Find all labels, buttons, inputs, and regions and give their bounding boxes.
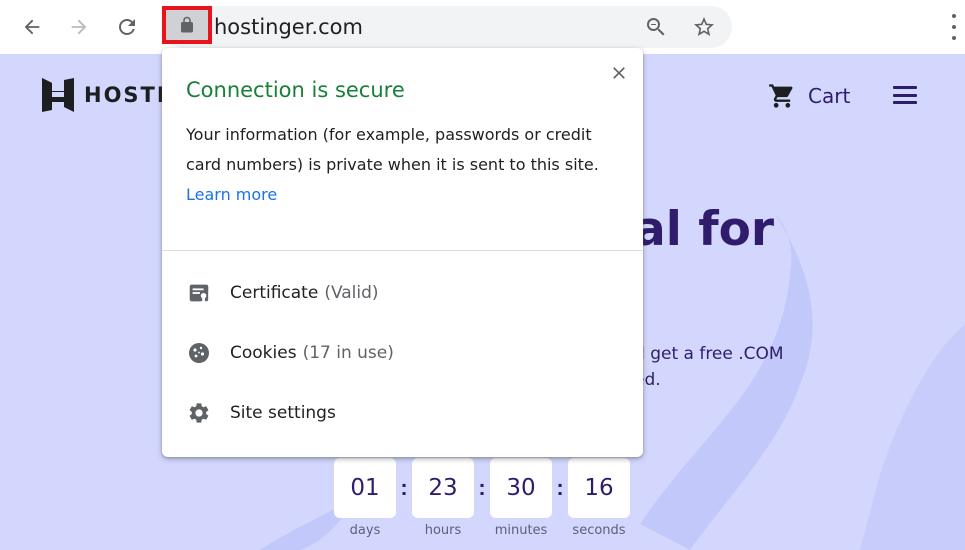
- forward-arrow-icon: [71, 19, 87, 35]
- countdown-value: 01: [334, 458, 396, 518]
- site-info-button[interactable]: [162, 6, 212, 44]
- countdown-seconds: 16 seconds: [568, 458, 630, 538]
- certificate-label: Certificate: [230, 283, 319, 303]
- countdown-label: hours: [424, 523, 462, 538]
- hero-title: al for: [634, 202, 775, 257]
- learn-more-link[interactable]: Learn more: [186, 180, 277, 210]
- site-info-popup: Connection is secure Your information (f…: [162, 48, 643, 457]
- connection-status-title: Connection is secure: [186, 78, 405, 102]
- certificate-row[interactable]: Certificate (Valid): [162, 267, 643, 319]
- hamburger-icon: [893, 86, 917, 89]
- countdown-label: seconds: [572, 523, 626, 538]
- site-settings-label: Site settings: [230, 403, 336, 423]
- cookie-icon: [187, 341, 211, 365]
- countdown-hours: 23 hours: [412, 458, 474, 538]
- certificate-status: (Valid): [324, 283, 379, 303]
- hostinger-h-icon: [42, 78, 74, 112]
- countdown-value: 30: [490, 458, 552, 518]
- browser-toolbar: hostinger.com: [0, 0, 965, 54]
- popup-close-button[interactable]: [606, 60, 632, 86]
- zoom-button[interactable]: [641, 12, 671, 42]
- close-icon: [613, 67, 625, 79]
- countdown-minutes: 30 minutes: [490, 458, 552, 538]
- certificate-icon: [187, 281, 211, 305]
- browser-menu-button[interactable]: [946, 14, 962, 40]
- countdown-label: minutes: [494, 523, 548, 538]
- reload-button[interactable]: [110, 10, 144, 44]
- cart-icon: [769, 84, 793, 108]
- back-arrow-icon: [24, 19, 40, 35]
- countdown-value: 23: [412, 458, 474, 518]
- countdown-timer: 01 days : 23 hours : 30 minutes : 16 sec…: [334, 458, 630, 538]
- popup-divider: [162, 250, 643, 251]
- countdown-label: days: [349, 523, 381, 538]
- back-button[interactable]: [15, 10, 49, 44]
- hero-subtitle: d get a free .COM ed.: [634, 341, 784, 393]
- star-icon: [694, 17, 714, 36]
- cart-label: Cart: [808, 84, 851, 108]
- countdown-value: 16: [568, 458, 630, 518]
- countdown-separator: :: [556, 475, 564, 500]
- url-text[interactable]: hostinger.com: [214, 15, 363, 39]
- cookies-label: Cookies: [230, 343, 297, 363]
- zoom-out-icon: [647, 18, 665, 36]
- hero-subtitle-line-1: d get a free .COM: [634, 344, 784, 364]
- hero-subtitle-line-2: ed.: [634, 370, 661, 390]
- forward-button[interactable]: [62, 10, 96, 44]
- connection-description: Your information (for example, passwords…: [186, 125, 599, 174]
- countdown-days: 01 days: [334, 458, 396, 538]
- reload-icon: [119, 19, 135, 35]
- hamburger-menu-button[interactable]: [893, 86, 917, 104]
- site-settings-row[interactable]: Site settings: [162, 387, 643, 439]
- cookies-row[interactable]: Cookies (17 in use): [162, 327, 643, 379]
- more-vert-icon: [952, 14, 956, 18]
- countdown-separator: :: [400, 475, 408, 500]
- bookmark-button[interactable]: [689, 12, 719, 42]
- countdown-separator: :: [478, 475, 486, 500]
- cookies-status: (17 in use): [302, 343, 394, 363]
- cart-button[interactable]: Cart: [768, 82, 850, 110]
- lock-icon: [181, 16, 193, 33]
- gear-icon: [187, 401, 211, 425]
